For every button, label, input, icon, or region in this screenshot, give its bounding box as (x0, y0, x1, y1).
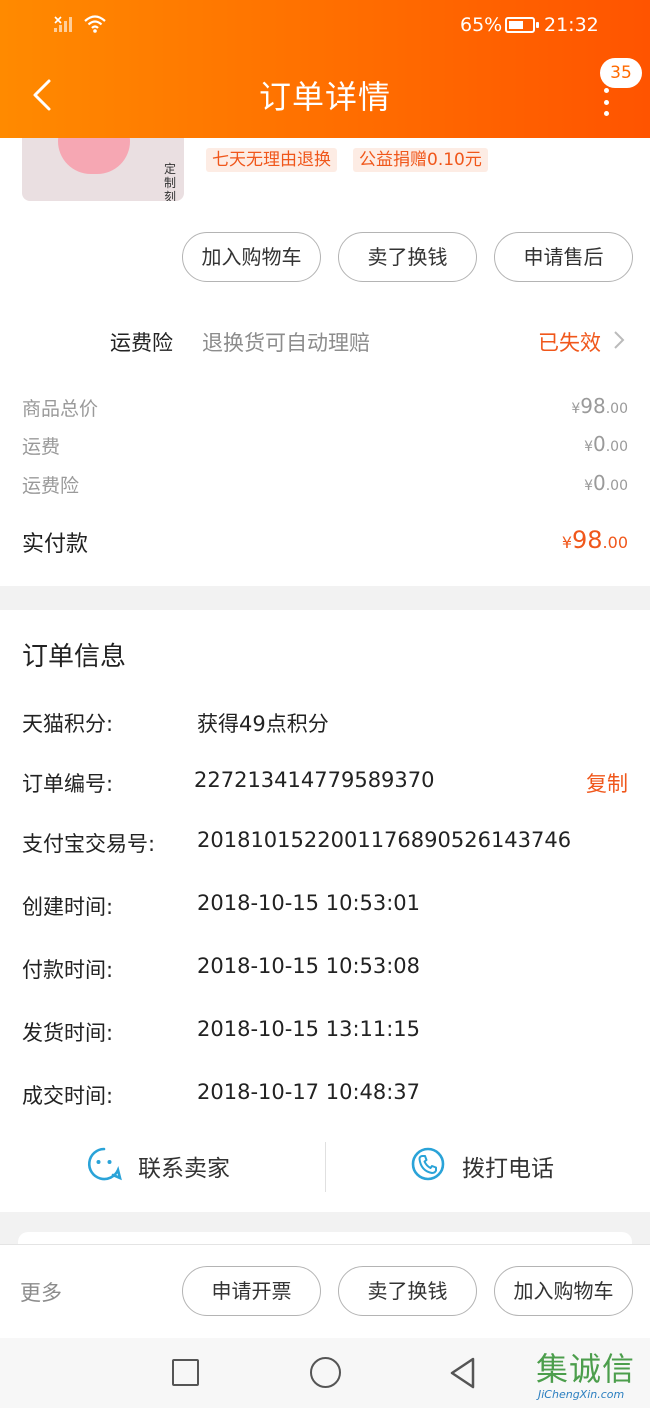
item-actions: 加入购物车 卖了换钱 申请售后 (0, 232, 650, 284)
price-label: 运费 (22, 436, 61, 458)
resell-button[interactable]: 卖了换钱 (338, 1266, 477, 1316)
price-amount: ¥0.00 (584, 471, 628, 495)
add-to-cart-button[interactable]: 加入购物车 (182, 232, 321, 282)
info-key: 发货时间: (22, 1021, 114, 1045)
info-value: 2018-10-15 10:53:08 (197, 954, 421, 978)
battery-icon (505, 17, 539, 33)
section-title: 订单信息 (22, 642, 127, 672)
info-value: 2018-10-17 10:48:37 (197, 1080, 421, 1104)
battery-fill (509, 21, 523, 29)
insurance-status: 已失效 (538, 331, 601, 355)
call-phone-label: 拨打电话 (462, 1156, 554, 1182)
contact-bar: 联系卖家 拨打电话 (0, 1142, 650, 1196)
info-row-points: 天猫积分: 获得49点积分 (22, 708, 628, 742)
return-policy-tag: 七天无理由退换 (206, 148, 337, 172)
resell-button[interactable]: 卖了换钱 (338, 232, 477, 282)
home-icon[interactable] (310, 1357, 341, 1388)
info-key: 天猫积分: (22, 712, 114, 736)
contact-seller-label: 联系卖家 (138, 1156, 230, 1182)
charity-tag: 公益捐赠0.10元 (353, 148, 488, 172)
info-key: 订单编号: (22, 772, 114, 796)
total-amount: ¥98.00 (561, 526, 628, 554)
price-amount: ¥0.00 (584, 432, 628, 456)
thumbnail-caption: 定制刻字 (164, 162, 177, 201)
info-value: 获得49点积分 (197, 712, 329, 736)
chat-face-icon (87, 1147, 122, 1181)
add-to-cart-button[interactable]: 加入购物车 (494, 1266, 633, 1316)
info-key: 支付宝交易号: (22, 832, 156, 856)
chevron-right-icon (614, 331, 625, 349)
info-value: 2018-10-15 10:53:01 (197, 891, 421, 915)
info-row-paid: 付款时间: 2018-10-15 10:53:08 (22, 954, 628, 988)
info-value: 2018-10-15 13:11:15 (197, 1017, 421, 1041)
insurance-label: 运费险 (110, 331, 173, 355)
price-amount: ¥98.00 (571, 394, 628, 418)
request-invoice-button[interactable]: 申请开票 (182, 1266, 321, 1316)
price-row-subtotal: 商品总价 ¥98.00 (22, 394, 628, 422)
after-sales-button[interactable]: 申请售后 (494, 232, 633, 282)
price-label: 运费险 (22, 475, 80, 497)
total-label: 实付款 (22, 532, 89, 557)
product-image-shape (58, 138, 130, 174)
info-row-created: 创建时间: 2018-10-15 10:53:01 (22, 891, 628, 925)
message-count-badge: 35 (600, 58, 642, 88)
watermark-logo: 集诚信 JiChengXin.com (532, 1344, 648, 1404)
back-triangle-icon[interactable] (448, 1356, 478, 1390)
order-info-card: 订单信息 天猫积分: 获得49点积分 订单编号: 227213414779589… (0, 610, 650, 1212)
app-header: 65% 21:32 订单详情 35 (0, 0, 650, 138)
wifi-icon (84, 15, 106, 33)
contact-seller-button[interactable]: 联系卖家 (86, 1146, 286, 1186)
system-nav-bar: 集诚信 JiChengXin.com (0, 1338, 650, 1408)
info-row-shipped: 发货时间: 2018-10-15 13:11:15 (22, 1017, 628, 1051)
info-key: 创建时间: (22, 895, 114, 919)
watermark-url: JiChengXin.com (538, 1388, 625, 1401)
battery-percent: 65% (460, 14, 503, 36)
price-row-insurance: 运费险 ¥0.00 (22, 471, 628, 499)
price-row-shipping: 运费 ¥0.00 (22, 432, 628, 460)
insurance-description: 退换货可自动理赔 (202, 331, 370, 355)
copy-order-number-button[interactable]: 复制 (586, 768, 628, 798)
more-menu-icon[interactable] (596, 88, 616, 116)
signal-icon (54, 16, 72, 32)
order-summary-card: 定制刻字 七天无理由退换 公益捐赠0.10元 加入购物车 卖了换钱 申请售后 运… (0, 138, 650, 586)
page-title: 订单详情 (258, 78, 391, 116)
phone-icon (411, 1147, 445, 1181)
info-row-alipay-number: 支付宝交易号: 2018101522001176890526143746 (22, 828, 628, 862)
recent-apps-icon[interactable] (172, 1359, 199, 1386)
order-number-value: 227213414779589370 (194, 768, 435, 792)
info-key: 付款时间: (22, 958, 114, 982)
status-bar: 65% 21:32 (0, 10, 650, 42)
shipping-insurance-row[interactable]: 运费险 退换货可自动理赔 已失效 (0, 324, 650, 360)
call-phone-button[interactable]: 拨打电话 (410, 1146, 610, 1186)
status-time: 21:32 (544, 14, 599, 36)
info-key: 成交时间: (22, 1084, 114, 1108)
total-paid-row: 实付款 ¥98.00 (22, 526, 628, 560)
price-label: 商品总价 (22, 398, 99, 420)
info-row-order-number: 订单编号: 227213414779589370 复制 (22, 768, 628, 802)
more-button[interactable]: 更多 (20, 1277, 62, 1307)
bottom-action-bar: 更多 申请开票 卖了换钱 加入购物车 (0, 1244, 650, 1338)
info-value: 2018101522001176890526143746 (197, 828, 572, 852)
info-row-completed: 成交时间: 2018-10-17 10:48:37 (22, 1080, 628, 1114)
watermark-chars: 集诚信 (536, 1350, 636, 1388)
product-thumbnail[interactable]: 定制刻字 (22, 138, 184, 201)
divider (325, 1142, 326, 1192)
